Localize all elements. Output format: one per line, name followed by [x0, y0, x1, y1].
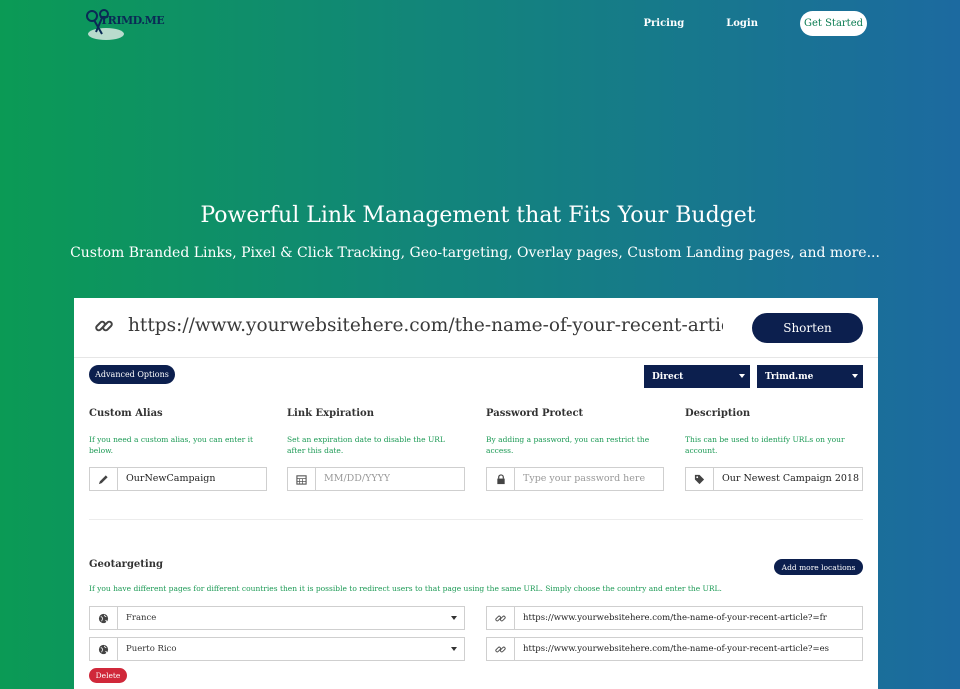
geo-url-value: https://www.yourwebsitehere.com/the-name… [523, 644, 830, 654]
link-expiration-field: Link Expiration Set an expiration date t… [287, 408, 465, 491]
chevron-down-icon [739, 374, 745, 378]
pencil-icon [90, 468, 118, 490]
custom-alias-help: If you need a custom alias, you can ente… [89, 435, 254, 455]
password-protect-label: Password Protect [486, 408, 584, 419]
link-icon [487, 638, 515, 660]
hero-title: Powerful Link Management that Fits Your … [200, 203, 756, 228]
custom-alias-value: OurNewCampaign [126, 473, 216, 484]
chevron-down-icon [852, 374, 858, 378]
geo-url-input[interactable]: https://www.yourwebsitehere.com/the-name… [486, 606, 863, 630]
domain-select[interactable]: Trimd.me [757, 365, 863, 388]
country-select[interactable]: Puerto Rico [89, 637, 465, 661]
country-select[interactable]: France [89, 606, 465, 630]
country-value: France [126, 613, 157, 623]
url-input-row: https://www.yourwebsitehere.com/the-name… [74, 298, 878, 358]
logo-text: TRIMD.ME [100, 14, 165, 27]
password-input[interactable]: Type your password here [486, 467, 664, 491]
custom-alias-label: Custom Alias [89, 408, 163, 419]
calendar-icon [288, 468, 316, 490]
redirect-type-select[interactable]: Direct [644, 365, 750, 388]
advanced-options-button[interactable]: Advanced Options [89, 365, 175, 384]
geotargeting-help: If you have different pages for differen… [89, 584, 722, 593]
globe-icon [90, 638, 118, 660]
geo-url-input[interactable]: https://www.yourwebsitehere.com/the-name… [486, 637, 863, 661]
section-divider [89, 519, 863, 520]
shortener-card: https://www.yourwebsitehere.com/the-name… [74, 298, 878, 689]
password-placeholder: Type your password here [523, 473, 646, 484]
chevron-down-icon [451, 616, 457, 620]
long-url-input[interactable]: https://www.yourwebsitehere.com/the-name… [128, 315, 723, 336]
custom-alias-input[interactable]: OurNewCampaign [89, 467, 267, 491]
expiration-date-input[interactable]: MM/DD/YYYY [287, 467, 465, 491]
geo-url-value: https://www.yourwebsitehere.com/the-name… [523, 613, 827, 623]
hero-subtitle: Custom Branded Links, Pixel & Click Trac… [70, 245, 880, 261]
description-label: Description [685, 408, 751, 419]
link-icon [95, 320, 113, 332]
redirect-type-value: Direct [652, 371, 684, 382]
chevron-down-icon [451, 647, 457, 651]
globe-icon [90, 607, 118, 629]
lock-icon [487, 468, 515, 490]
nav-pricing[interactable]: Pricing [643, 18, 684, 29]
country-value: Puerto Rico [126, 644, 177, 654]
password-protect-help: By adding a password, you can restrict t… [486, 435, 650, 455]
add-more-locations-button[interactable]: Add more locations [774, 559, 863, 575]
get-started-button[interactable]: Get Started [800, 11, 867, 36]
description-input[interactable]: Our Newest Campaign 2018 [685, 467, 863, 491]
link-expiration-label: Link Expiration [287, 408, 374, 419]
geotargeting-title: Geotargeting [89, 559, 163, 570]
password-protect-field: Password Protect By adding a password, y… [486, 408, 664, 491]
shorten-button[interactable]: Shorten [752, 313, 863, 343]
nav-login[interactable]: Login [726, 18, 758, 29]
domain-value: Trimd.me [765, 371, 814, 382]
link-icon [487, 607, 515, 629]
custom-alias-field: Custom Alias If you need a custom alias,… [89, 408, 267, 491]
description-field: Description This can be used to identify… [685, 408, 863, 491]
expiration-placeholder: MM/DD/YYYY [324, 473, 391, 484]
tag-icon [686, 468, 714, 490]
link-expiration-help: Set an expiration date to disable the UR… [287, 435, 445, 455]
description-help: This can be used to identify URLs on you… [685, 435, 845, 455]
delete-location-button[interactable]: Delete [89, 668, 127, 683]
description-value: Our Newest Campaign 2018 [722, 473, 859, 484]
top-nav: Pricing Login Get Started [643, 11, 867, 36]
